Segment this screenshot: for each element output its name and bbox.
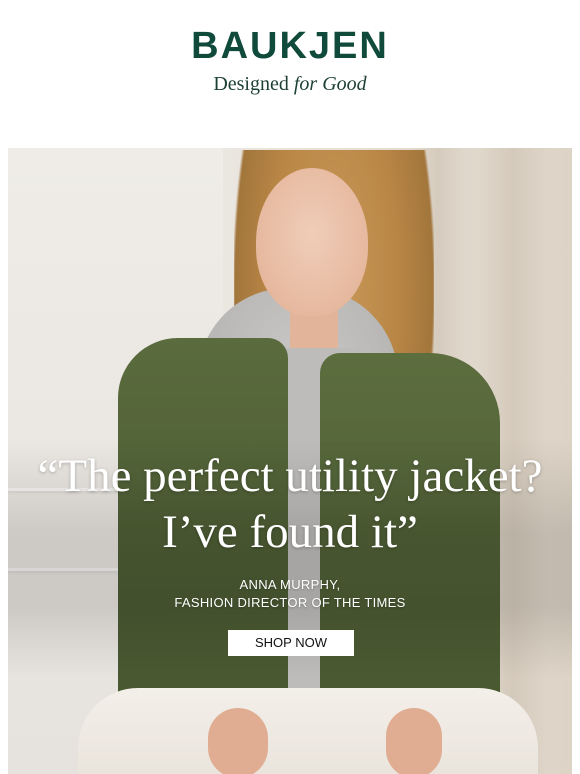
- attribution-title: FASHION DIRECTOR OF THE TIMES: [174, 595, 406, 610]
- tagline-italic-text: for Good: [293, 73, 367, 95]
- model-hand-right: [386, 708, 442, 774]
- attribution-name: ANNA MURPHY,: [239, 577, 341, 592]
- shop-now-button[interactable]: SHOP NOW: [228, 630, 354, 656]
- quote-attribution: ANNA MURPHY, FASHION DIRECTOR OF THE TIM…: [8, 576, 572, 612]
- hero-quote: “The perfect utility jacket? I’ve found …: [8, 448, 572, 560]
- white-trousers: [78, 688, 538, 774]
- hero-quote-line: I’ve found it”: [162, 506, 418, 558]
- brand-logo[interactable]: BAUKJEN: [0, 24, 580, 68]
- hero-banner[interactable]: “The perfect utility jacket? I’ve found …: [8, 148, 572, 774]
- brand-tagline: Designed for Good: [0, 72, 580, 96]
- tagline-text: Designed: [213, 73, 294, 95]
- hero-quote-line: “The perfect utility jacket?: [37, 450, 543, 502]
- model-hand-left: [208, 708, 268, 774]
- model-face: [256, 168, 368, 316]
- email-header: BAUKJEN Designed for Good: [0, 0, 580, 148]
